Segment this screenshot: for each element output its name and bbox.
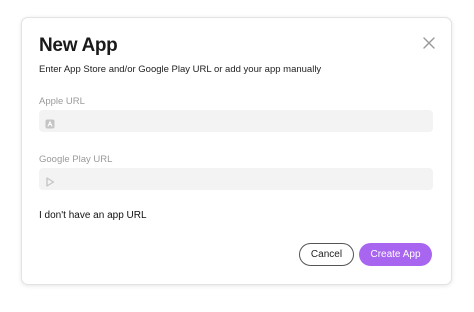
google-play-icon (45, 174, 55, 187)
cancel-button[interactable]: Cancel (299, 243, 354, 266)
no-app-url-link[interactable]: I don't have an app URL (39, 210, 147, 221)
google-play-url-label: Google Play URL (39, 154, 113, 165)
google-play-url-input[interactable] (61, 168, 427, 190)
google-play-url-field[interactable] (39, 168, 433, 190)
new-app-dialog: New App Enter App Store and/or Google Pl… (21, 17, 452, 285)
close-button[interactable] (422, 36, 436, 50)
create-app-button[interactable]: Create App (359, 243, 432, 266)
apple-url-label: Apple URL (39, 96, 85, 107)
close-icon (423, 37, 435, 49)
apple-store-icon (45, 116, 55, 129)
apple-url-input[interactable] (61, 110, 427, 132)
dialog-title: New App (39, 35, 118, 56)
dialog-subtitle: Enter App Store and/or Google Play URL o… (39, 64, 322, 75)
apple-url-field[interactable] (39, 110, 433, 132)
